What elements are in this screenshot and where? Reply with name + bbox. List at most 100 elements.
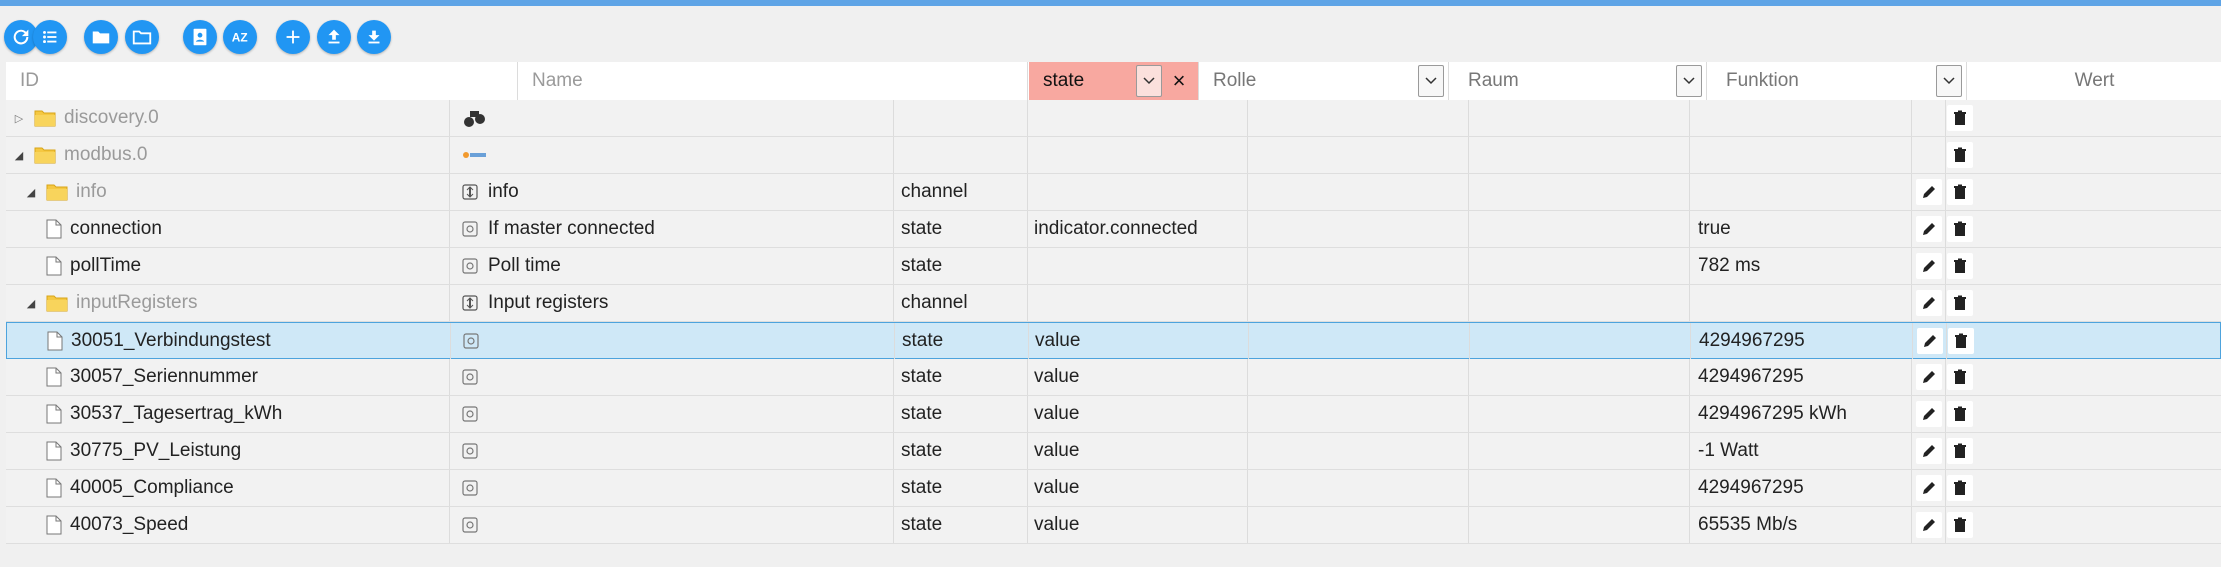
table-row[interactable]: 30051_Verbindungstest state value 429496729… bbox=[6, 322, 2221, 359]
chevron-down-icon[interactable] bbox=[1136, 65, 1162, 97]
object-role: indicator.connected bbox=[1034, 218, 1198, 239]
edit-icon[interactable] bbox=[1916, 401, 1942, 427]
object-value[interactable]: 4294967295 bbox=[1698, 470, 1804, 506]
collapse-toggle-icon[interactable]: ◢ bbox=[12, 149, 26, 162]
object-value[interactable]: 4294967295 bbox=[1699, 323, 1805, 359]
role-filter-label: Rolle bbox=[1213, 70, 1257, 91]
type-filter-select[interactable]: state × bbox=[1029, 62, 1199, 100]
edit-icon[interactable] bbox=[1916, 253, 1942, 279]
column-divider bbox=[1689, 100, 1690, 136]
column-divider bbox=[1468, 137, 1469, 173]
table-row[interactable]: pollTime Poll time state 782 ms bbox=[6, 248, 2221, 285]
type-filter-value: state bbox=[1043, 70, 1085, 91]
edit-icon[interactable] bbox=[1916, 475, 1942, 501]
column-divider bbox=[1468, 285, 1469, 321]
list-view-button[interactable] bbox=[33, 20, 67, 54]
object-id: info bbox=[76, 181, 107, 202]
contact-button[interactable] bbox=[183, 20, 217, 54]
delete-icon[interactable] bbox=[1947, 216, 1973, 242]
collapse-toggle-icon[interactable]: ◢ bbox=[24, 297, 38, 310]
object-type: channel bbox=[901, 292, 968, 313]
column-divider bbox=[449, 359, 450, 395]
delete-icon[interactable] bbox=[1947, 142, 1973, 168]
expand-toggle-icon[interactable]: ▷ bbox=[12, 112, 26, 125]
object-type: state bbox=[901, 218, 943, 239]
delete-icon[interactable] bbox=[1947, 105, 1973, 131]
delete-icon[interactable] bbox=[1947, 364, 1973, 390]
delete-icon[interactable] bbox=[1947, 512, 1973, 538]
table-row[interactable]: 30057_Seriennummer state value 4294967295 bbox=[6, 359, 2221, 396]
name-filter-cell bbox=[518, 62, 1028, 100]
table-row[interactable]: ◢ inputRegisters Input registers channel bbox=[6, 285, 2221, 322]
name-cell: Input registers bbox=[462, 285, 608, 321]
object-id: inputRegisters bbox=[76, 292, 198, 313]
delete-icon[interactable] bbox=[1947, 253, 1973, 279]
filter-bar: state × Rolle Raum Funktion Wert bbox=[6, 62, 2221, 101]
table-row[interactable]: connection If master connected state indica… bbox=[6, 211, 2221, 248]
object-value[interactable]: 782 ms bbox=[1698, 248, 1760, 284]
clear-filter-button[interactable]: × bbox=[1166, 66, 1192, 96]
delete-icon[interactable] bbox=[1947, 475, 1973, 501]
edit-icon[interactable] bbox=[1916, 216, 1942, 242]
table-row[interactable]: ◢ info info channel bbox=[6, 174, 2221, 211]
column-divider bbox=[1689, 211, 1690, 247]
column-divider bbox=[1689, 433, 1690, 469]
delete-icon[interactable] bbox=[1948, 328, 1974, 354]
name-filter-input[interactable] bbox=[518, 62, 1027, 100]
delete-icon[interactable] bbox=[1947, 438, 1973, 464]
table-row[interactable]: 40073_Speed state value 65535 Mb/s bbox=[6, 507, 2221, 544]
table-row[interactable]: 30775_PV_Leistung state value -1 Watt bbox=[6, 433, 2221, 470]
column-divider bbox=[1911, 359, 1912, 395]
column-divider bbox=[1945, 285, 1946, 321]
table-row[interactable]: ▷ discovery.0 bbox=[6, 100, 2221, 137]
table-row[interactable]: ◢ modbus.0 bbox=[6, 137, 2221, 174]
chevron-down-icon[interactable] bbox=[1676, 65, 1702, 97]
delete-icon[interactable] bbox=[1947, 401, 1973, 427]
folder-icon bbox=[34, 146, 56, 164]
room-filter-select[interactable]: Raum bbox=[1454, 62, 1707, 100]
collapse-toggle-icon[interactable]: ◢ bbox=[24, 186, 38, 199]
state-icon bbox=[462, 258, 478, 274]
column-divider bbox=[1247, 211, 1248, 247]
object-value[interactable]: 4294967295 kWh bbox=[1698, 396, 1847, 432]
edit-icon[interactable] bbox=[1916, 364, 1942, 390]
file-icon bbox=[47, 331, 63, 351]
column-divider bbox=[893, 137, 894, 173]
delete-icon[interactable] bbox=[1947, 179, 1973, 205]
expand-folders-button[interactable] bbox=[84, 20, 118, 54]
edit-icon[interactable] bbox=[1916, 179, 1942, 205]
chevron-down-icon[interactable] bbox=[1418, 65, 1444, 97]
collapse-folders-button[interactable] bbox=[125, 20, 159, 54]
edit-icon[interactable] bbox=[1916, 290, 1942, 316]
add-button[interactable] bbox=[276, 20, 310, 54]
binoculars-icon bbox=[462, 108, 488, 128]
column-divider bbox=[1468, 470, 1469, 506]
object-value[interactable]: -1 Watt bbox=[1698, 433, 1759, 469]
column-divider bbox=[1911, 211, 1912, 247]
object-value[interactable]: 4294967295 bbox=[1698, 359, 1804, 395]
edit-icon[interactable] bbox=[1916, 512, 1942, 538]
column-divider bbox=[893, 100, 894, 136]
table-row[interactable]: 40005_Compliance state value 4294967295 bbox=[6, 470, 2221, 507]
column-divider bbox=[449, 100, 450, 136]
edit-icon[interactable] bbox=[1916, 438, 1942, 464]
upload-button[interactable] bbox=[317, 20, 351, 54]
id-filter-input[interactable] bbox=[6, 62, 517, 100]
column-divider bbox=[1689, 396, 1690, 432]
object-value[interactable]: true bbox=[1698, 211, 1731, 247]
object-id: 30775_PV_Leistung bbox=[70, 440, 242, 461]
column-divider bbox=[1945, 359, 1946, 395]
object-role: value bbox=[1034, 514, 1080, 535]
function-filter-select[interactable]: Funktion bbox=[1712, 62, 1967, 100]
table-row[interactable]: 30537_Tagesertrag_kWh state value 429496729… bbox=[6, 396, 2221, 433]
sort-button[interactable]: AZ bbox=[223, 20, 257, 54]
edit-icon[interactable] bbox=[1917, 328, 1943, 354]
delete-icon[interactable] bbox=[1947, 290, 1973, 316]
column-divider bbox=[1690, 323, 1691, 359]
object-value[interactable]: 65535 Mb/s bbox=[1698, 507, 1797, 543]
column-divider bbox=[1247, 507, 1248, 543]
column-divider bbox=[1945, 174, 1946, 210]
chevron-down-icon[interactable] bbox=[1936, 65, 1962, 97]
download-button[interactable] bbox=[357, 20, 391, 54]
role-filter-select[interactable]: Rolle bbox=[1199, 62, 1449, 100]
